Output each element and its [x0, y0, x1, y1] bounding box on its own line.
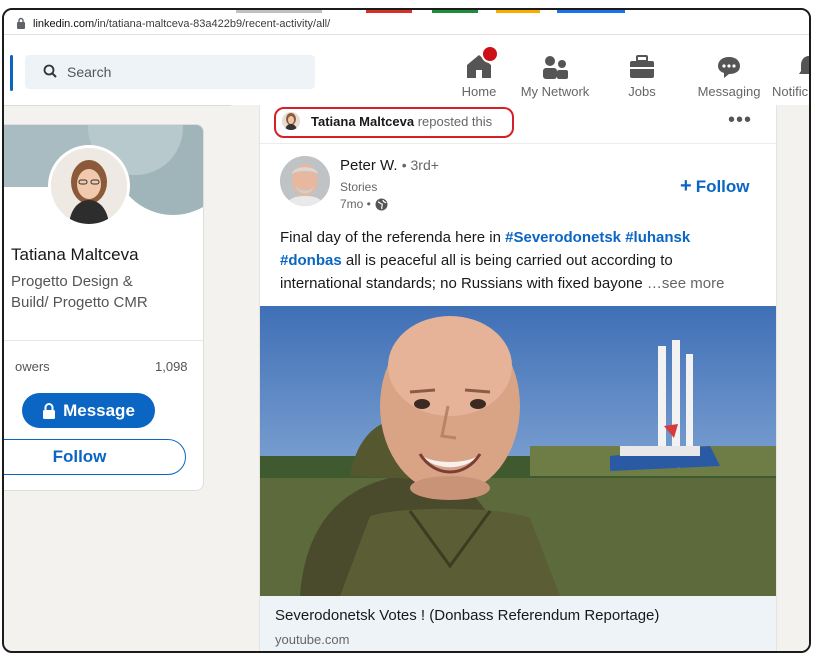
nav-jobs[interactable]: Jobs — [616, 49, 668, 103]
link-preview-card[interactable]: Severodonetsk Votes ! (Donbass Referendu… — [260, 596, 776, 651]
nav-home[interactable]: Home — [454, 45, 504, 103]
repost-header: Tatiana Maltceva reposted this ••• — [260, 105, 776, 144]
link-domain: youtube.com — [275, 632, 350, 647]
nav-my-network[interactable]: My Network — [509, 49, 601, 103]
post-text: Final day of the referenda here in #Seve… — [280, 229, 725, 292]
reposter-avatar[interactable] — [282, 112, 300, 130]
follow-author-button[interactable]: + Follow — [680, 175, 750, 198]
briefcase-icon — [630, 55, 654, 78]
video-frame — [260, 306, 776, 596]
linkedin-navbar: Search Home My Network Jobs Messaging No… — [4, 35, 809, 106]
search-input[interactable]: Search — [25, 55, 315, 89]
profile-headline: Progetto Design & Build/ Progetto CMR — [11, 273, 148, 311]
repost-text: Tatiana Maltceva reposted this — [311, 114, 493, 129]
author-name[interactable]: Peter W. • 3rd+ — [340, 157, 439, 174]
nav-messaging[interactable]: Messaging — [692, 49, 766, 103]
network-icon — [543, 56, 568, 79]
globe-icon — [375, 198, 388, 210]
profile-photo — [51, 148, 127, 224]
post-timestamp: 7mo • — [340, 197, 388, 211]
browser-window: linkedin.com/in/tatiana-maltceva-83a422b… — [2, 8, 811, 653]
nav-notifications[interactable]: Notific — [770, 49, 809, 103]
url-text: linkedin.com/in/tatiana-maltceva-83a422b… — [33, 18, 331, 30]
profile-name[interactable]: Tatiana Maltceva — [4, 245, 203, 265]
hashtag-luhansk[interactable]: #luhansk — [625, 229, 690, 246]
author-subtitle: Stories — [340, 180, 378, 194]
message-button[interactable]: Message — [22, 393, 155, 428]
divider — [4, 340, 203, 341]
see-more-link[interactable]: …see more — [647, 275, 725, 292]
link-title: Severodonetsk Votes ! (Donbass Referendu… — [275, 607, 660, 624]
profile-avatar[interactable] — [48, 145, 130, 227]
hashtag-donbas[interactable]: #donbas — [280, 252, 342, 269]
logo-edge — [10, 55, 13, 91]
followers-count: 1,098 — [155, 359, 188, 374]
messaging-icon — [718, 57, 740, 78]
lock-icon — [43, 402, 56, 419]
search-icon — [43, 64, 57, 78]
profile-card: Tatiana Maltceva Progetto Design & Build… — [4, 124, 204, 491]
author-avatar[interactable] — [280, 156, 330, 206]
notification-dot — [481, 45, 499, 63]
lock-icon — [17, 17, 25, 29]
followers-label: owers — [15, 359, 50, 374]
search-placeholder: Search — [67, 64, 112, 80]
bell-icon — [799, 56, 809, 74]
address-bar[interactable]: linkedin.com/in/tatiana-maltceva-83a422b… — [4, 14, 809, 35]
hashtag-severodonetsk[interactable]: #Severodonetsk — [505, 229, 621, 246]
reposter-name[interactable]: Tatiana Maltceva — [311, 114, 414, 129]
video-thumbnail[interactable] — [260, 306, 776, 596]
more-options-icon[interactable]: ••• — [728, 109, 752, 132]
feed-column: Tatiana Maltceva reposted this ••• Peter… — [231, 105, 809, 651]
profile-follow-button[interactable]: Follow — [4, 439, 186, 475]
feed-post: Tatiana Maltceva reposted this ••• Peter… — [259, 105, 777, 651]
